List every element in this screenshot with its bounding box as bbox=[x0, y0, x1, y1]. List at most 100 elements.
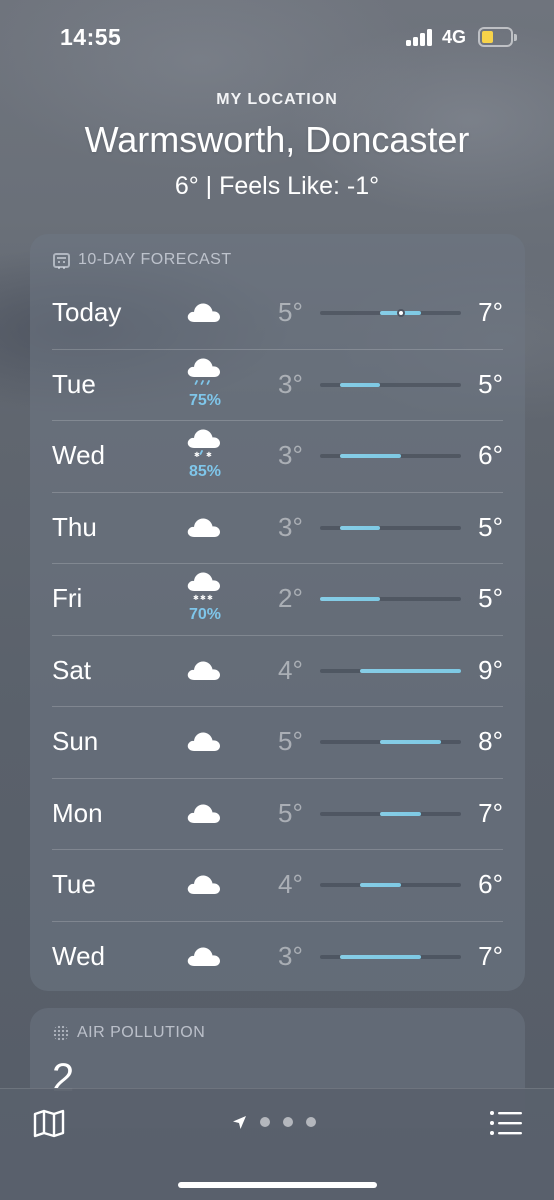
forecast-day: Fri bbox=[52, 583, 83, 613]
forecast-day: Today bbox=[52, 297, 122, 327]
forecast-day: Thu bbox=[52, 511, 97, 542]
temp-range-track bbox=[320, 954, 461, 959]
forecast-day: Wed bbox=[52, 940, 105, 971]
forecast-row[interactable]: Tue 75% 3° 5° bbox=[30, 348, 525, 421]
network-type: 4G bbox=[442, 27, 467, 47]
forecast-row[interactable]: Thu 3° 5° bbox=[30, 491, 525, 564]
forecast-day: Tue bbox=[52, 869, 96, 899]
location-label: MY LOCATION bbox=[216, 91, 338, 108]
forecast-card[interactable]: 10-DAY FORECAST Today 5° 7° Tue 75% 3° 5° Wed ✱ ✱… bbox=[30, 234, 525, 991]
cloud-snow-icon: ✱ ✱ ✱ 70% bbox=[180, 563, 230, 635]
bottom-toolbar bbox=[0, 1088, 554, 1200]
temp-range-bar bbox=[340, 454, 401, 458]
forecast-day: Wed bbox=[52, 440, 105, 470]
temp-range-bar bbox=[380, 740, 441, 744]
current-temps: 6° | Feels Like: -1° bbox=[174, 172, 380, 200]
low-temp: 3° bbox=[278, 368, 303, 399]
high-temp: 6° bbox=[478, 869, 503, 899]
page-indicator[interactable] bbox=[232, 1114, 316, 1130]
cloud-icon bbox=[180, 277, 230, 349]
forecast-row[interactable]: Fri ✱ ✱ ✱ 70% 2° 5° bbox=[30, 563, 525, 635]
high-temp: 8° bbox=[478, 726, 503, 756]
map-icon[interactable] bbox=[32, 1108, 66, 1138]
high-temp: 7° bbox=[478, 940, 503, 971]
high-temp: 5° bbox=[478, 583, 503, 613]
temp-range-bar bbox=[340, 954, 421, 959]
precip-chance: 75% bbox=[188, 391, 222, 409]
air-pollution-header: AIR POLLUTION bbox=[53, 1023, 205, 1043]
cloud-icon bbox=[180, 849, 230, 921]
low-temp: 3° bbox=[278, 511, 303, 542]
precip-chance: 85% bbox=[188, 463, 222, 480]
cloud-icon bbox=[180, 778, 230, 850]
temp-range-bar bbox=[340, 382, 381, 387]
temp-range-track bbox=[320, 454, 461, 458]
low-temp: 3° bbox=[278, 940, 303, 971]
svg-text:✱: ✱ bbox=[206, 451, 212, 459]
temp-range-bar bbox=[360, 883, 401, 887]
forecast-row[interactable]: Sun 5° 8° bbox=[30, 706, 525, 778]
forecast-title: 10-DAY FORECAST bbox=[78, 251, 232, 268]
temp-range-track bbox=[320, 597, 461, 601]
calendar-icon bbox=[53, 252, 70, 269]
svg-text:✱: ✱ bbox=[207, 594, 213, 602]
forecast-day: Mon bbox=[52, 797, 103, 828]
forecast-row[interactable]: Today 5° 7° bbox=[30, 277, 525, 349]
low-temp: 5° bbox=[278, 726, 303, 756]
low-temp: 4° bbox=[278, 654, 303, 685]
list-icon[interactable] bbox=[489, 1109, 523, 1137]
forecast-row[interactable]: Mon 5° 7° bbox=[30, 777, 525, 850]
temp-range-bar bbox=[320, 597, 381, 601]
temp-range-track bbox=[320, 668, 461, 673]
page-dot[interactable] bbox=[260, 1117, 270, 1127]
cloud-icon bbox=[180, 706, 230, 778]
dots-grid-icon bbox=[53, 1025, 69, 1041]
low-temp: 4° bbox=[278, 869, 303, 899]
forecast-day: Sat bbox=[52, 654, 92, 685]
temp-range-track bbox=[320, 382, 461, 387]
status-bar: 14:55 4G bbox=[0, 0, 554, 76]
forecast-day: Tue bbox=[52, 368, 96, 399]
high-temp: 6° bbox=[478, 440, 503, 470]
high-temp: 7° bbox=[478, 297, 503, 327]
svg-text:✱: ✱ bbox=[194, 451, 200, 459]
low-temp: 3° bbox=[278, 440, 303, 470]
forecast-row[interactable]: Sat 4° 9° bbox=[30, 634, 525, 707]
signal-icon bbox=[406, 28, 434, 46]
forecast-header: 10-DAY FORECAST bbox=[53, 250, 232, 270]
forecast-row[interactable]: Tue 4° 6° bbox=[30, 849, 525, 921]
cloud-sleet-icon: ✱ ✱ 85% bbox=[180, 420, 230, 492]
precip-chance: 70% bbox=[188, 606, 222, 623]
high-temp: 5° bbox=[478, 368, 503, 399]
current-temp-dot bbox=[396, 309, 405, 317]
high-temp: 9° bbox=[478, 654, 503, 685]
temp-range-track bbox=[320, 740, 461, 744]
temp-range-bar bbox=[360, 668, 461, 673]
cloud-rain-icon: 75% bbox=[180, 349, 230, 421]
low-temp: 5° bbox=[278, 797, 303, 828]
forecast-row[interactable]: Wed ✱ ✱ 85% 3° 6° bbox=[30, 420, 525, 492]
page-dot[interactable] bbox=[283, 1117, 293, 1127]
city-name: Warmsworth, Doncaster bbox=[84, 119, 470, 160]
high-temp: 5° bbox=[478, 511, 503, 542]
cloud-icon bbox=[180, 492, 230, 564]
status-time: 14:55 bbox=[60, 24, 122, 50]
home-indicator[interactable] bbox=[178, 1182, 377, 1188]
battery-icon bbox=[478, 27, 517, 47]
location-arrow-icon[interactable] bbox=[232, 1115, 247, 1130]
temp-range-track bbox=[320, 883, 461, 887]
forecast-list: Today 5° 7° Tue 75% 3° 5° Wed ✱ ✱ 85% 3° 6° Thu 3° 5° Fr… bbox=[30, 277, 525, 991]
svg-text:✱: ✱ bbox=[193, 594, 199, 602]
low-temp: 5° bbox=[278, 297, 303, 327]
temp-range-bar bbox=[340, 525, 381, 530]
temp-range-track bbox=[320, 525, 461, 530]
high-temp: 7° bbox=[478, 797, 503, 828]
low-temp: 2° bbox=[278, 583, 303, 613]
temp-range-bar bbox=[380, 811, 421, 816]
temp-range-track bbox=[320, 309, 461, 317]
location-header: MY LOCATION Warmsworth, Doncaster 6° | F… bbox=[0, 88, 554, 202]
air-pollution-title: AIR POLLUTION bbox=[77, 1024, 206, 1041]
forecast-row[interactable]: Wed 3° 7° bbox=[30, 920, 525, 992]
page-dot[interactable] bbox=[306, 1117, 316, 1127]
cloud-icon bbox=[180, 635, 230, 707]
